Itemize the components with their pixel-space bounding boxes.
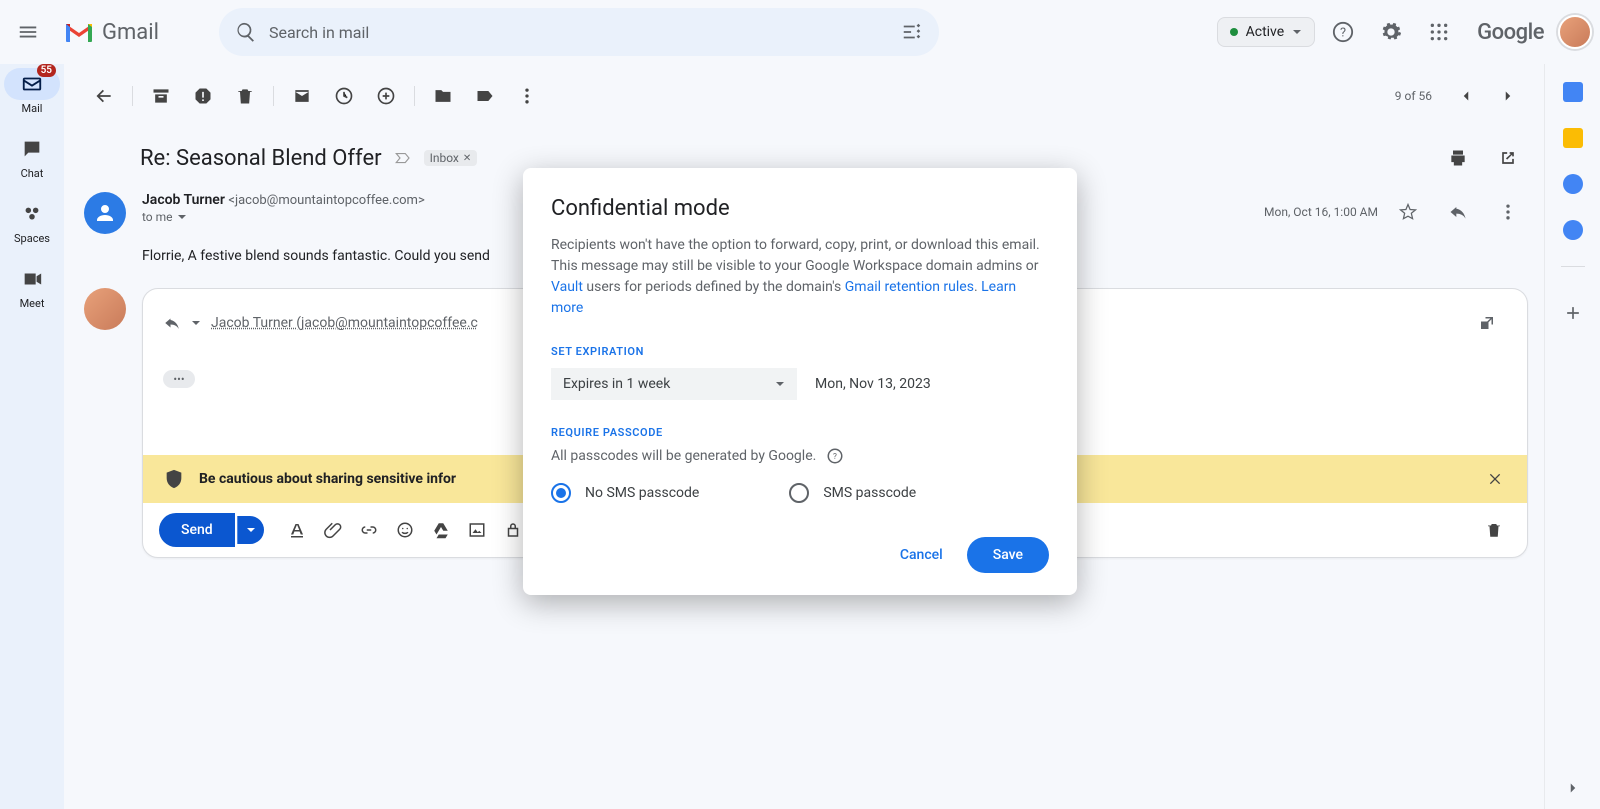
dialog-description: Recipients won't have the option to forw… bbox=[551, 235, 1049, 319]
set-expiration-label: SET EXPIRATION bbox=[551, 345, 1049, 358]
require-passcode-label: REQUIRE PASSCODE bbox=[551, 426, 1049, 439]
modal-scrim: Confidential mode Recipients won't have … bbox=[0, 0, 1600, 809]
vault-link[interactable]: Vault bbox=[551, 279, 583, 295]
radio-icon bbox=[551, 483, 571, 503]
expiration-date: Mon, Nov 13, 2023 bbox=[815, 376, 931, 392]
chevron-down-icon bbox=[775, 379, 785, 389]
radio-icon bbox=[789, 483, 809, 503]
info-icon[interactable]: ? bbox=[826, 447, 844, 465]
cancel-button[interactable]: Cancel bbox=[886, 537, 957, 573]
passcode-note: All passcodes will be generated by Googl… bbox=[551, 448, 816, 464]
radio-no-sms[interactable]: No SMS passcode bbox=[551, 483, 699, 503]
dialog-title: Confidential mode bbox=[551, 196, 1049, 221]
expiration-value: Expires in 1 week bbox=[563, 376, 670, 392]
save-button[interactable]: Save bbox=[967, 537, 1049, 573]
confidential-mode-dialog: Confidential mode Recipients won't have … bbox=[523, 168, 1077, 595]
retention-link[interactable]: Gmail retention rules bbox=[845, 279, 974, 295]
svg-text:?: ? bbox=[833, 452, 837, 462]
radio-sms[interactable]: SMS passcode bbox=[789, 483, 916, 503]
expiration-select[interactable]: Expires in 1 week bbox=[551, 368, 797, 400]
